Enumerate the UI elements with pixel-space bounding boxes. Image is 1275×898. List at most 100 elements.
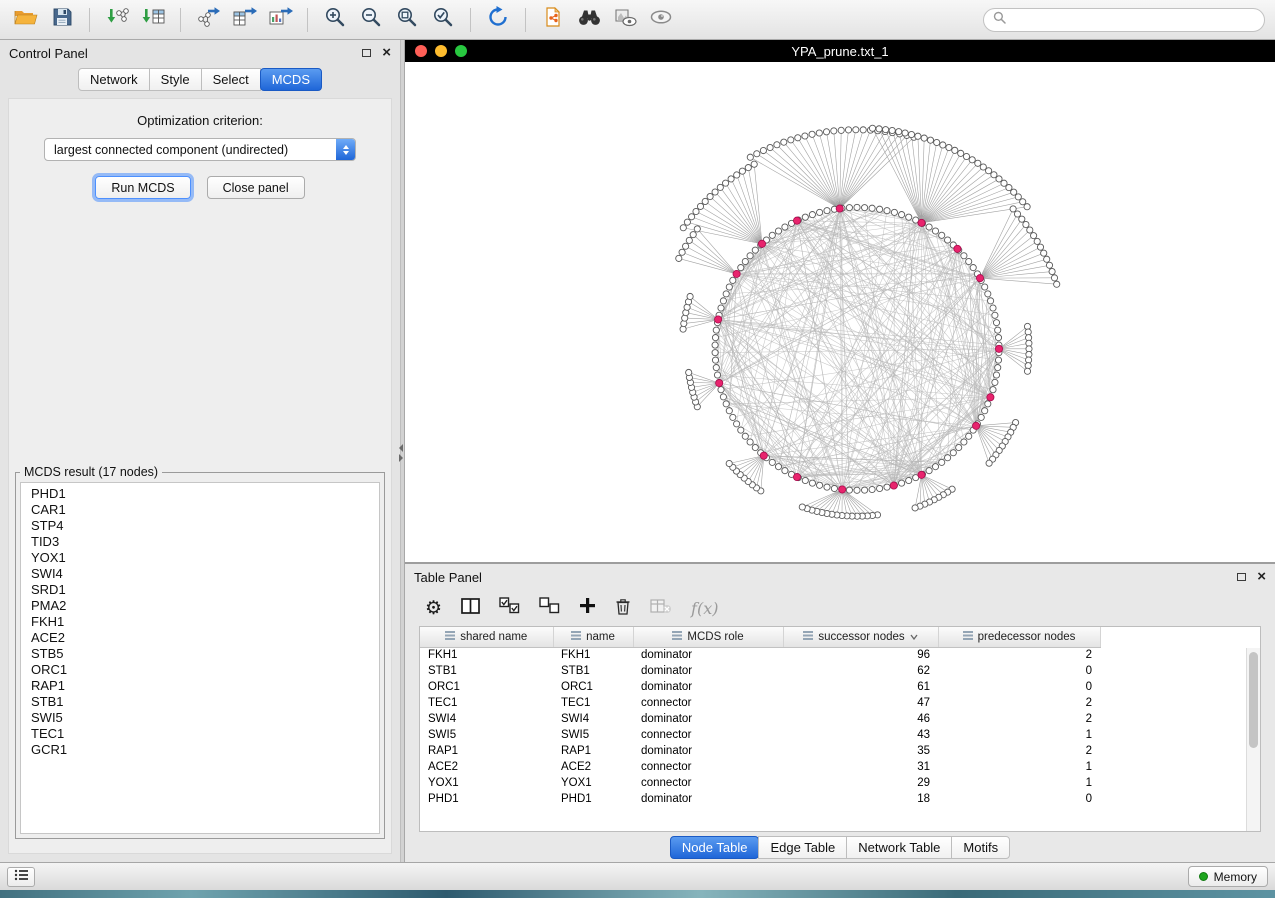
table-row[interactable]: SWI5SWI5connector431 bbox=[420, 727, 1100, 743]
mcds-result-list[interactable]: PHD1CAR1STP4TID3YOX1SWI4SRD1PMA2FKH1ACE2… bbox=[20, 482, 380, 834]
export-image-button[interactable] bbox=[264, 5, 296, 35]
table-scrollbar[interactable] bbox=[1246, 648, 1260, 831]
search-input[interactable] bbox=[1012, 12, 1255, 28]
memory-button[interactable]: Memory bbox=[1188, 866, 1268, 887]
mcds-result-item[interactable]: RAP1 bbox=[31, 678, 379, 694]
deselect-all-rows-button[interactable] bbox=[539, 597, 560, 619]
maximize-window-icon[interactable] bbox=[455, 45, 467, 57]
table-cell: TEC1 bbox=[420, 695, 553, 711]
table-cell: ACE2 bbox=[420, 759, 553, 775]
mcds-result-item[interactable]: FKH1 bbox=[31, 614, 379, 630]
close-window-icon[interactable] bbox=[415, 45, 427, 57]
mcds-result-item[interactable]: STB1 bbox=[31, 694, 379, 710]
export-network-button[interactable] bbox=[192, 5, 224, 35]
apply-function-button[interactable]: f(x) bbox=[691, 599, 718, 618]
delete-column-button[interactable] bbox=[615, 597, 631, 620]
tab-edge-table[interactable]: Edge Table bbox=[758, 836, 847, 859]
tab-mcds[interactable]: MCDS bbox=[260, 68, 322, 91]
mcds-result-item[interactable]: SWI4 bbox=[31, 566, 379, 582]
mcds-result-item[interactable]: YOX1 bbox=[31, 550, 379, 566]
mcds-result-item[interactable]: STB5 bbox=[31, 646, 379, 662]
network-view[interactable] bbox=[405, 62, 1275, 562]
deselect-all-icon bbox=[539, 597, 560, 619]
node-table: shared name name MCDS role successor nod… bbox=[420, 627, 1101, 807]
column-grip-icon bbox=[803, 631, 813, 643]
float-panel-icon[interactable] bbox=[362, 49, 371, 57]
zoom-out-button[interactable] bbox=[355, 5, 387, 35]
table-tabs: Node Table Edge Table Network Table Moti… bbox=[405, 832, 1275, 862]
table-row[interactable]: TEC1TEC1connector472 bbox=[420, 695, 1100, 711]
table-cell: 0 bbox=[938, 679, 1100, 695]
mcds-result-item[interactable]: TEC1 bbox=[31, 726, 379, 742]
table-cell: 47 bbox=[783, 695, 938, 711]
mcds-result-item[interactable]: GCR1 bbox=[31, 742, 379, 758]
network-canvas-svg bbox=[405, 62, 1275, 562]
mcds-result-item[interactable]: SWI5 bbox=[31, 710, 379, 726]
close-table-panel-icon[interactable]: × bbox=[1257, 572, 1266, 582]
table-cell: TEC1 bbox=[553, 695, 633, 711]
select-all-rows-button[interactable] bbox=[499, 597, 520, 619]
table-cell: SWI4 bbox=[420, 711, 553, 727]
mcds-result-item[interactable]: CAR1 bbox=[31, 502, 379, 518]
table-row[interactable]: SWI4SWI4dominator462 bbox=[420, 711, 1100, 727]
table-row[interactable]: STB1STB1dominator620 bbox=[420, 663, 1100, 679]
column-header-successor-nodes[interactable]: successor nodes bbox=[783, 627, 938, 647]
export-table-button[interactable] bbox=[228, 5, 260, 35]
column-header-mcds-role[interactable]: MCDS role bbox=[633, 627, 783, 647]
open-session-button[interactable] bbox=[10, 5, 42, 35]
splitter-handle-icon[interactable] bbox=[399, 444, 403, 462]
table-row[interactable]: ACE2ACE2connector311 bbox=[420, 759, 1100, 775]
table-cell: ORC1 bbox=[420, 679, 553, 695]
table-row[interactable]: YOX1YOX1connector291 bbox=[420, 775, 1100, 791]
zoom-fit-button[interactable] bbox=[391, 5, 423, 35]
table-row[interactable]: PHD1PHD1dominator180 bbox=[420, 791, 1100, 807]
zoom-in-button[interactable] bbox=[319, 5, 351, 35]
zoom-selected-button[interactable] bbox=[427, 5, 459, 35]
table-row[interactable]: RAP1RAP1dominator352 bbox=[420, 743, 1100, 759]
column-header-predecessor-nodes[interactable]: predecessor nodes bbox=[938, 627, 1100, 647]
task-history-button[interactable] bbox=[7, 867, 35, 887]
toolbar-separator bbox=[470, 8, 471, 32]
import-network-button[interactable] bbox=[101, 5, 133, 35]
table-settings-button[interactable]: ⚙ bbox=[425, 599, 442, 618]
run-mcds-button[interactable]: Run MCDS bbox=[95, 176, 190, 199]
memory-status-icon bbox=[1199, 872, 1208, 881]
tab-network[interactable]: Network bbox=[78, 68, 150, 91]
table-row[interactable]: ORC1ORC1dominator610 bbox=[420, 679, 1100, 695]
share-document-button[interactable] bbox=[537, 5, 569, 35]
show-columns-button[interactable] bbox=[461, 598, 480, 619]
table-row[interactable]: FKH1FKH1dominator962 bbox=[420, 647, 1100, 663]
save-session-button[interactable] bbox=[46, 5, 78, 35]
tab-style[interactable]: Style bbox=[149, 68, 202, 91]
minimize-window-icon[interactable] bbox=[435, 45, 447, 57]
tab-motifs[interactable]: Motifs bbox=[951, 836, 1010, 859]
show-graphics-details-button[interactable] bbox=[645, 5, 677, 35]
style-preview-icon bbox=[612, 5, 638, 34]
mcds-result-item[interactable]: ACE2 bbox=[31, 630, 379, 646]
mcds-result-item[interactable]: STP4 bbox=[31, 518, 379, 534]
scrollbar-thumb[interactable] bbox=[1249, 652, 1258, 748]
add-column-button[interactable] bbox=[579, 597, 596, 619]
table-cell: dominator bbox=[633, 679, 783, 695]
close-panel-button[interactable]: Close panel bbox=[207, 176, 305, 199]
mcds-result-item[interactable]: TID3 bbox=[31, 534, 379, 550]
mcds-result-item[interactable]: PMA2 bbox=[31, 598, 379, 614]
mcds-result-item[interactable]: SRD1 bbox=[31, 582, 379, 598]
mcds-result-item[interactable]: PHD1 bbox=[31, 486, 379, 502]
tab-select[interactable]: Select bbox=[201, 68, 261, 91]
delete-table-button[interactable] bbox=[650, 598, 672, 619]
refresh-layout-button[interactable] bbox=[482, 5, 514, 35]
import-table-button[interactable] bbox=[137, 5, 169, 35]
tab-node-table[interactable]: Node Table bbox=[670, 836, 760, 859]
mcds-result-item[interactable]: ORC1 bbox=[31, 662, 379, 678]
style-preview-button[interactable] bbox=[609, 5, 641, 35]
criterion-dropdown[interactable]: largest connected component (undirected) bbox=[44, 138, 356, 161]
table-cell: 29 bbox=[783, 775, 938, 791]
close-panel-icon[interactable]: × bbox=[382, 48, 391, 58]
float-table-panel-icon[interactable] bbox=[1237, 573, 1246, 581]
tab-network-table[interactable]: Network Table bbox=[846, 836, 952, 859]
column-header-shared-name[interactable]: shared name bbox=[420, 627, 553, 647]
search-network-button[interactable] bbox=[573, 5, 605, 35]
import-network-icon bbox=[104, 5, 130, 34]
column-header-name[interactable]: name bbox=[553, 627, 633, 647]
